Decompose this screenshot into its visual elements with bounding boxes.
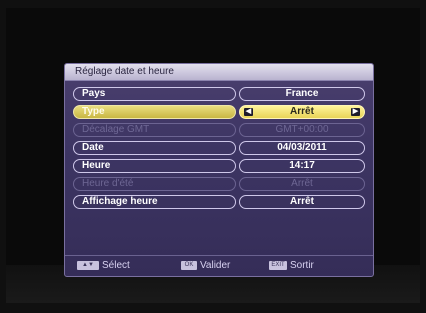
setting-label: Date bbox=[73, 141, 236, 155]
setting-value[interactable]: France bbox=[239, 87, 365, 101]
exit-key-icon: EXIT bbox=[269, 261, 287, 270]
setting-row-date[interactable]: Date 04/03/2011 bbox=[73, 141, 367, 155]
hint-label: Sélect bbox=[102, 260, 130, 271]
setting-label: Type bbox=[73, 105, 236, 119]
key-hint-bar: ▲▼ Sélect OK Valider EXIT Sortir bbox=[65, 255, 373, 272]
hint-select: ▲▼ Sélect bbox=[77, 260, 130, 272]
setting-row-heure-ete: Heure d'été Arrêt bbox=[73, 177, 367, 191]
setting-row-type[interactable]: Type ◀ Arrêt ▶ bbox=[73, 105, 367, 119]
setting-value[interactable]: Arrêt bbox=[239, 195, 365, 209]
setting-value: Arrêt bbox=[290, 106, 314, 117]
setting-value[interactable]: 04/03/2011 bbox=[239, 141, 365, 155]
hint-validate: OK Valider bbox=[181, 260, 230, 272]
setting-label: Pays bbox=[73, 87, 236, 101]
dialog-title: Réglage date et heure bbox=[65, 64, 373, 81]
chevron-right-icon[interactable]: ▶ bbox=[351, 108, 360, 116]
chevron-left-icon[interactable]: ◀ bbox=[244, 108, 253, 116]
ok-key-icon: OK bbox=[181, 261, 197, 270]
setting-row-decalage-gmt: Décalage GMT GMT+00:00 bbox=[73, 123, 367, 137]
settings-list: Pays France Type ◀ Arrêt ▶ Décalage GMT … bbox=[73, 87, 367, 213]
setting-label: Décalage GMT bbox=[73, 123, 236, 137]
setting-value-selector[interactable]: ◀ Arrêt ▶ bbox=[239, 105, 365, 119]
setting-label: Heure bbox=[73, 159, 236, 173]
tv-screen: Réglage date et heure Pays France Type ◀… bbox=[6, 8, 420, 303]
setting-label: Heure d'été bbox=[73, 177, 236, 191]
date-time-settings-dialog: Réglage date et heure Pays France Type ◀… bbox=[64, 63, 374, 277]
setting-value[interactable]: 14:17 bbox=[239, 159, 365, 173]
setting-row-heure[interactable]: Heure 14:17 bbox=[73, 159, 367, 173]
setting-row-pays[interactable]: Pays France bbox=[73, 87, 367, 101]
hint-label: Sortir bbox=[290, 260, 314, 271]
setting-value: Arrêt bbox=[239, 177, 365, 191]
setting-row-affichage-heure[interactable]: Affichage heure Arrêt bbox=[73, 195, 367, 209]
hint-exit: EXIT Sortir bbox=[269, 260, 314, 272]
setting-value: GMT+00:00 bbox=[239, 123, 365, 137]
hint-label: Valider bbox=[200, 260, 231, 271]
arrow-keys-icon: ▲▼ bbox=[77, 261, 99, 270]
setting-label: Affichage heure bbox=[73, 195, 236, 209]
